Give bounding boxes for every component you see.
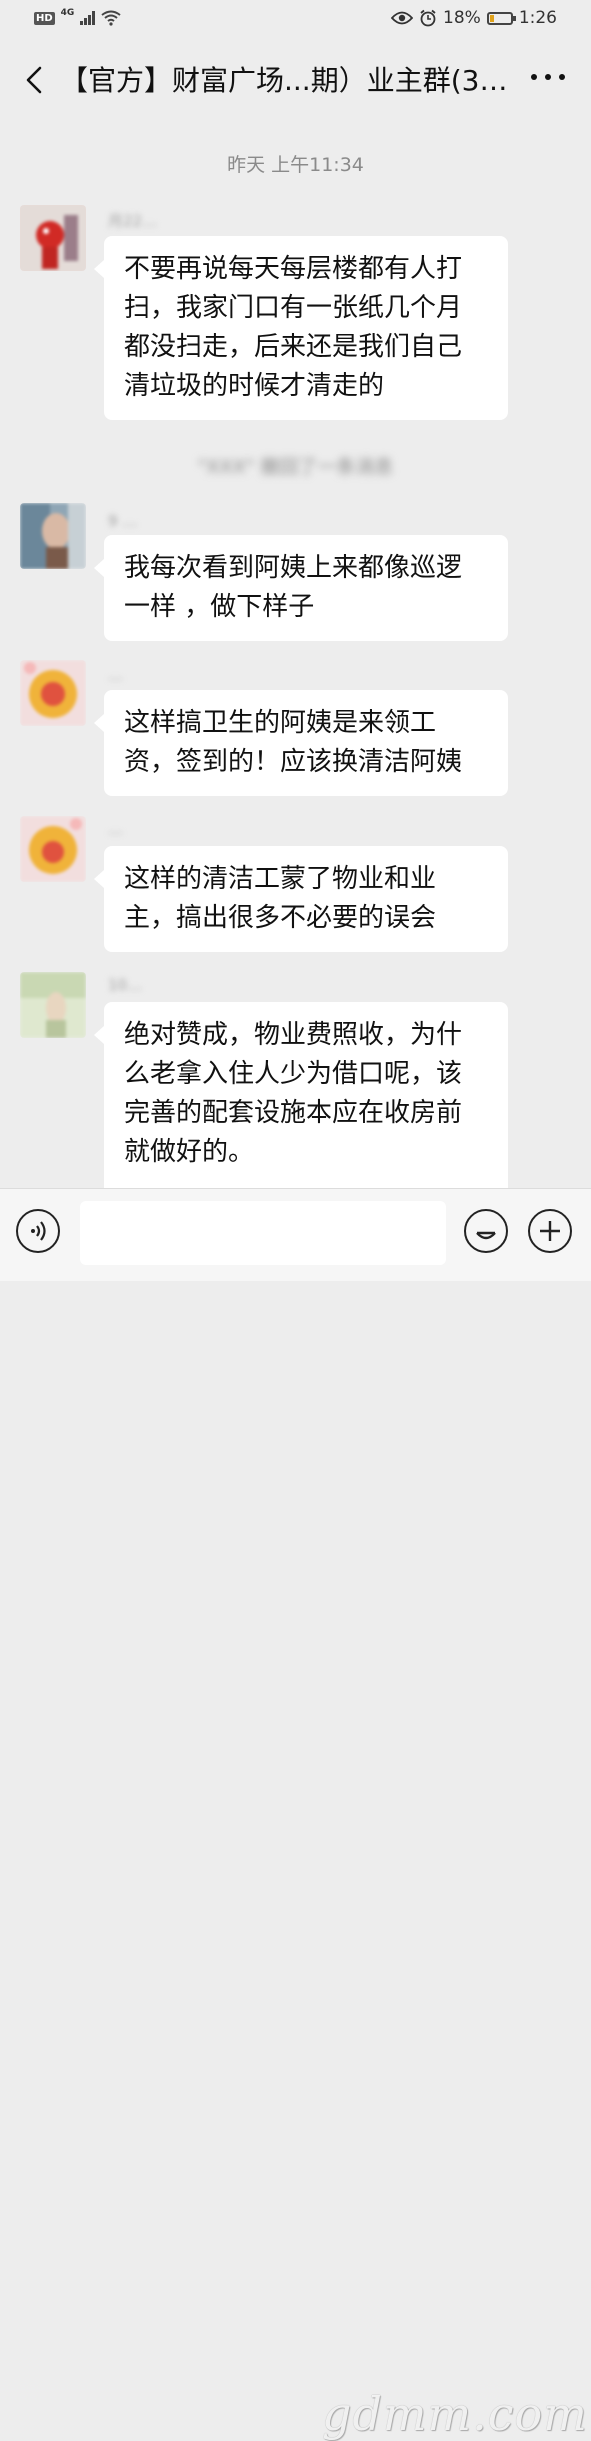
battery-fill [489,14,494,22]
status-right: 18% 1:26 [391,8,557,28]
status-left: HD 4G [34,8,121,26]
sender-nickname: … [108,666,123,684]
smile-icon [476,1231,496,1240]
recall-sender: "XXX" 撤回了一条消息 [197,456,394,478]
watermark-text: gdmm.com [322,2387,588,2441]
message-bubble[interactable]: 这样搞卫生的阿姨是来领工资，签到的！应该换清洁阿姨 [94,690,508,796]
hd-icon: HD [34,11,55,25]
chat-title: 【官方】财富广场...期）业主群(317) [60,64,522,97]
avatar[interactable] [20,660,86,726]
wifi-icon [101,10,121,26]
message-bubble[interactable]: 绝对赞成，物业费照收，为什么老拿入住人少为借口呢，该完善的配套设施本应在收房前就… [94,1002,508,1188]
network-type: 4G [60,8,75,18]
avatar[interactable] [20,816,86,882]
more-functions-button[interactable] [528,1209,572,1253]
chat-header: 【官方】财富广场...期）业主群(317) [0,44,591,118]
emoji-button[interactable] [464,1209,508,1253]
sender-nickname: 9 … [108,512,138,530]
sender-nickname: 10… [108,976,143,994]
message-bubble[interactable]: 不要再说每天每层楼都有人打扫，我家门口有一张纸几个月都没扫走，后来还是我们自己清… [94,236,508,420]
clock: 1:26 [518,8,557,28]
avatar[interactable] [20,972,86,1038]
sender-nickname: … [108,820,123,838]
voice-icon [31,1221,46,1241]
battery-icon [486,11,516,25]
more-icon[interactable] [531,74,565,80]
alarm-icon [420,9,436,27]
status-bar: HD 4G 18% 1:26 [0,0,591,40]
battery-percent: 18% [443,8,481,28]
avatar[interactable] [20,205,86,271]
signal-icon [80,11,96,25]
avatar[interactable] [20,503,86,569]
message-bubble[interactable]: 这样的清洁工蒙了物业和业主，搞出很多不必要的误会 [94,846,508,952]
back-icon[interactable] [18,62,54,98]
message-bubble[interactable]: 我每次看到阿姨上来都像巡逻一样 ，做下样子 [94,535,508,641]
plus-icon [540,1221,560,1241]
voice-input-button[interactable] [16,1209,60,1253]
chat-timestamp: 昨天 上午11:34 [227,154,364,176]
sender-nickname: 月22… [108,212,158,230]
message-input[interactable] [80,1201,446,1265]
eye-icon [391,11,414,25]
recall-notice: "XXX" 撤回了一条消息 [0,452,591,479]
input-bar: gdmm.com [0,1188,591,2441]
